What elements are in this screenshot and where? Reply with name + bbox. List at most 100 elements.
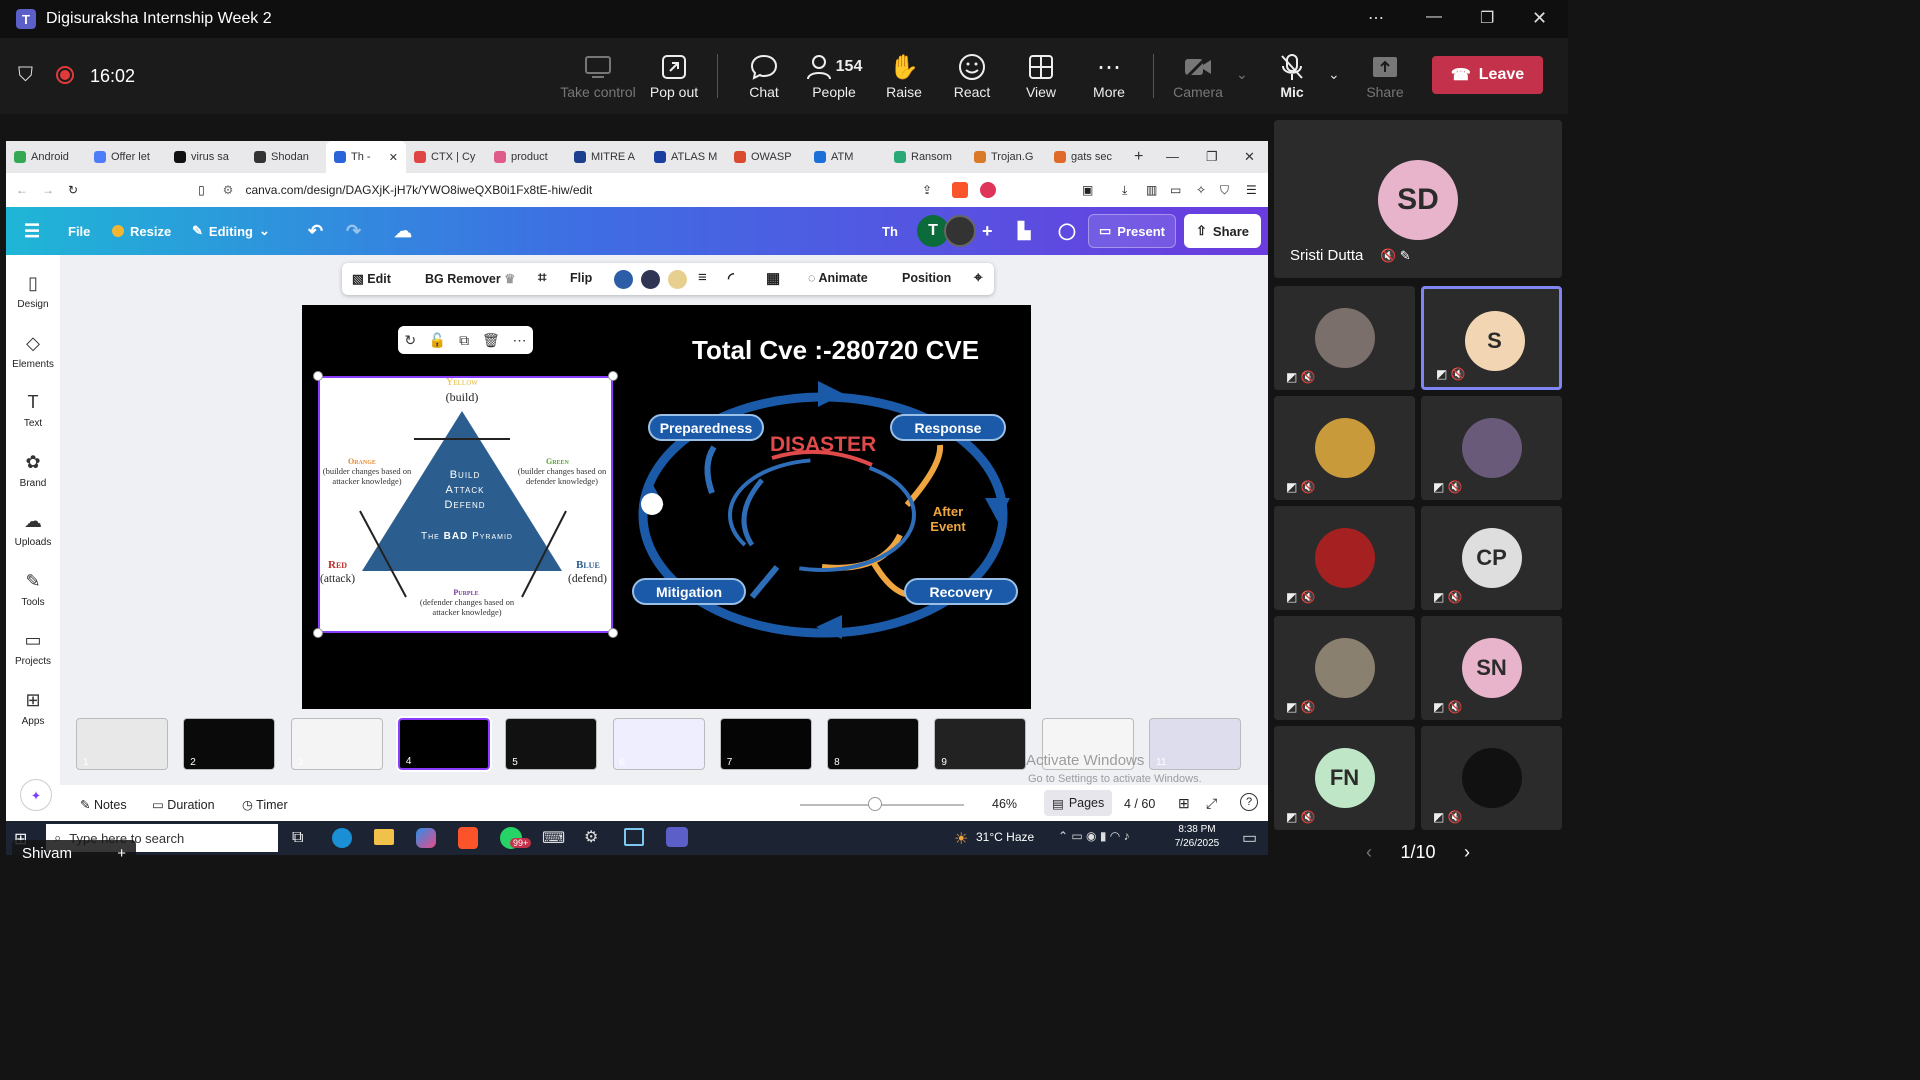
participant-tile[interactable]: SN ◩ 🔇 [1421,616,1562,720]
browser-tab[interactable]: Shodan [246,141,326,173]
collaborator-avatar-photo[interactable] [944,215,976,247]
brave-shield-icon[interactable] [952,182,968,198]
site-info-icon[interactable]: ⚙ [223,183,234,197]
browser-tab[interactable]: OWASP [726,141,806,173]
resize-handle-tl[interactable] [313,371,323,381]
participant-tile[interactable]: ◩ 🔇 [1274,616,1415,720]
browser-tab[interactable]: Offer let [86,141,166,173]
sidebar-icon[interactable]: ▥ [1146,183,1157,197]
rail-item-projects[interactable]: ▭ Projects [6,630,60,667]
notes-button[interactable]: ✎ Notes [80,797,127,812]
participant-tile[interactable]: ◩ 🔇 [1274,396,1415,500]
canva-menu-icon[interactable]: ☰ [24,221,40,242]
participant-tile[interactable]: FN ◩ 🔇 [1274,726,1415,830]
close-icon[interactable]: ✕ [1532,8,1547,29]
zoom-slider-knob[interactable] [868,797,883,811]
insights-chart-icon[interactable]: ▙ [1018,221,1030,241]
mic-button[interactable]: Mic [1252,50,1332,100]
taskbar-clock[interactable]: 8:38 PM 7/26/2025 [1166,823,1228,851]
file-explorer-icon[interactable] [374,829,394,845]
browser-tab[interactable]: ATM [806,141,886,173]
react-button[interactable]: React [932,50,1012,100]
rail-item-design[interactable]: ▯ Design [6,273,60,310]
browser-tab[interactable]: Android [6,141,86,173]
duration-button[interactable]: ▭ Duration [152,797,215,812]
tab-close-icon[interactable]: ✕ [389,151,398,164]
animate-button[interactable]: ◌ Animate [808,271,868,285]
task-view-icon[interactable]: ⧉ [292,829,303,847]
browser-menu-icon[interactable]: ☰ [1246,183,1257,197]
notifications-icon[interactable]: ▭ [1242,828,1257,848]
edge-icon[interactable] [332,828,352,848]
present-button[interactable]: ▭ Present [1088,214,1176,248]
download-icon[interactable]: ⤓ [1122,183,1127,198]
restore-window-icon[interactable]: ❐ [1206,149,1218,165]
browser-tab[interactable]: ATLAS M [646,141,726,173]
participant-tile[interactable]: ◩ 🔇 [1274,286,1415,390]
browser-tab[interactable]: virus sa [166,141,246,173]
comments-icon[interactable]: ◯ [1058,221,1076,241]
pages-button[interactable]: ▤ Pages [1044,790,1113,816]
next-page-icon[interactable]: › [1464,842,1470,863]
corner-rounding-icon[interactable]: ◜ [728,269,734,287]
bookmark-icon[interactable]: ▯ [198,183,205,197]
help-icon[interactable]: ? [1240,793,1258,811]
page-thumbnail[interactable]: 2 [183,718,276,770]
edit-image-button[interactable]: ▧ Edit [352,271,391,286]
bg-remover-button[interactable]: BG Remover ♛ [425,271,515,286]
share-screen-button[interactable]: Share [1345,50,1425,100]
timer-button[interactable]: ◷ Timer [242,797,288,812]
rail-item-uploads[interactable]: ☁ Uploads [6,511,60,548]
page-thumbnail[interactable]: 5 [505,718,598,770]
share-button[interactable]: ⇧ Share [1184,214,1262,248]
participant-tile[interactable]: S ◩ 🔇 [1421,286,1562,390]
resize-button[interactable]: Resize [112,224,171,239]
refresh-icon[interactable]: ↻ [404,332,416,349]
browser-tab[interactable]: gats sec [1046,141,1126,173]
camera-button[interactable]: Camera [1158,50,1238,100]
zoom-value[interactable]: 46% [992,797,1017,811]
participant-tile[interactable]: SD Sristi Dutta 🔇 ✎ [1274,120,1562,278]
magic-assistant-icon[interactable]: ✦ [20,779,52,811]
page-thumbnail[interactable]: 4 [395,716,492,772]
delete-icon[interactable]: 🗑 [482,332,500,349]
tray-icons[interactable]: ⌃ ▭ ◉ ▮ ◠ ♪ [1058,829,1130,843]
redo-icon[interactable]: ↷ [346,221,361,242]
color-swatch-blue[interactable] [614,270,633,289]
fullscreen-icon[interactable]: ⤢ [1206,795,1217,812]
browser-tab[interactable]: MITRE A [566,141,646,173]
participant-tile[interactable]: ◩ 🔇 [1421,726,1562,830]
forward-icon[interactable]: → [42,183,54,197]
brave-rewards-icon[interactable] [980,182,996,198]
rail-item-apps[interactable]: ⊞ Apps [6,690,60,727]
back-icon[interactable]: ← [16,183,28,197]
copilot-icon[interactable] [416,828,436,848]
border-style-icon[interactable]: ≡ [698,269,707,286]
close-window-icon[interactable]: ✕ [1244,149,1255,165]
participant-tile[interactable]: ◩ 🔇 [1274,506,1415,610]
page-thumbnail[interactable]: 9 [934,718,1027,770]
undo-icon[interactable]: ↶ [308,221,323,242]
page-thumbnail[interactable]: 7 [719,718,812,770]
document-title[interactable]: Th [882,224,898,239]
chat-button[interactable]: Chat [724,50,804,100]
flip-button[interactable]: Flip [570,271,592,285]
reload-icon[interactable]: ↻ [68,183,78,197]
camera-options-chevron-icon[interactable]: ⌄ [1236,66,1248,83]
transparency-icon[interactable]: ▦ [766,269,780,287]
new-tab-icon[interactable]: + [1134,148,1143,166]
resize-handle-tr[interactable] [608,371,618,381]
minimize-icon[interactable]: — [1426,8,1442,26]
rail-item-text[interactable]: T Text [6,392,60,429]
terminal-icon[interactable]: ⌨ [542,828,565,848]
rail-item-tools[interactable]: ✎ Tools [6,571,60,608]
rotate-handle[interactable] [641,493,663,515]
grid-view-icon[interactable]: ⊞ [1178,795,1190,812]
url-text[interactable]: canva.com/design/DAGXjK-jH7k/YWO8iweQXB0… [245,183,592,197]
browser-tab[interactable]: Trojan.G [966,141,1046,173]
zoom-slider-track[interactable] [800,804,964,806]
page-thumbnail[interactable]: 8 [827,718,920,770]
page-thumbnail[interactable]: 6 [612,718,705,770]
position-button[interactable]: Position [902,271,951,285]
leo-ai-icon[interactable]: ✧ [1196,183,1206,197]
